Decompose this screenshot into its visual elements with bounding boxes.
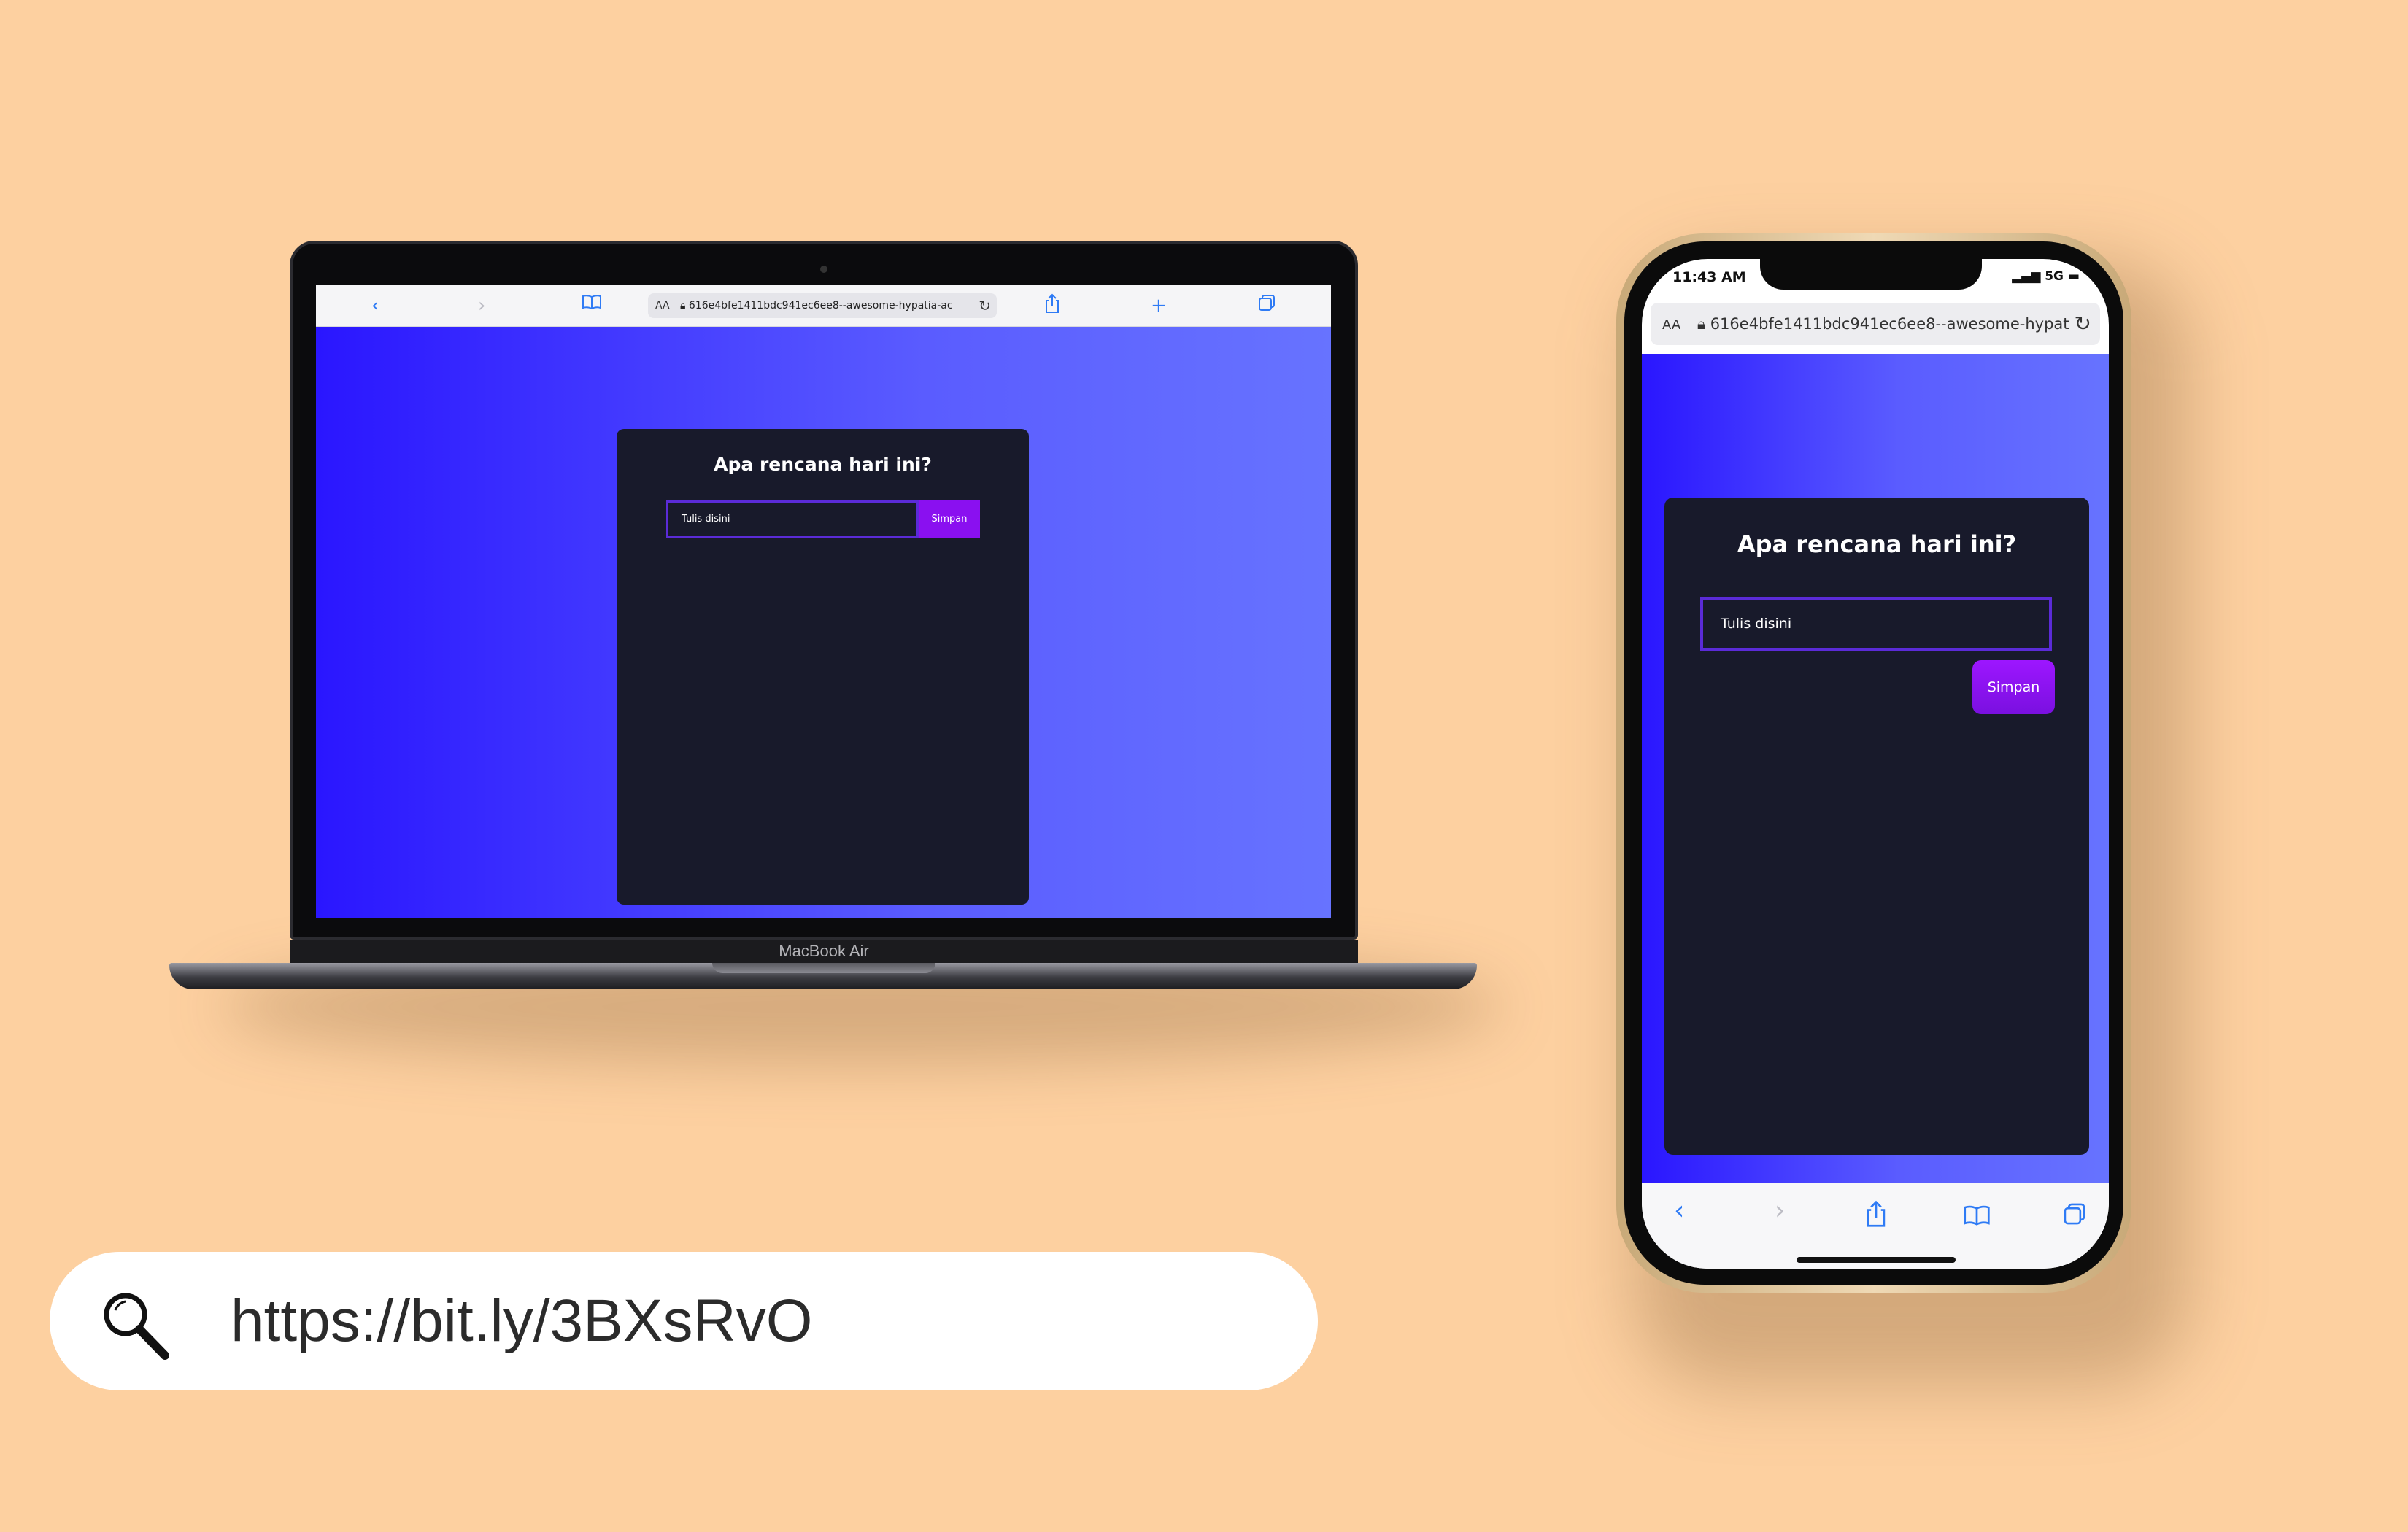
address-bar[interactable]: AA 🔒︎ 616e4bfe1411bdc941ec6ee8--awesome-… [648, 293, 997, 318]
laptop-brand-label: MacBook Air [779, 942, 869, 960]
network-label: 5G [2045, 269, 2064, 284]
phone-notch [1760, 259, 1982, 290]
save-button[interactable]: Simpan [919, 500, 980, 538]
reload-icon[interactable]: ↻ [979, 293, 991, 318]
phone-screen: 11:43 AM ▂▄▆ 5G ▬ AA 🔒︎ 616e4bfe1411bdc9… [1642, 259, 2109, 1269]
reload-icon[interactable]: ↻ [2075, 303, 2091, 345]
back-icon[interactable]: ‹ [1674, 1196, 1684, 1226]
share-icon[interactable] [1044, 293, 1060, 318]
desktop-todo-card: Apa rencana hari ini? Tulis disini Simpa… [617, 429, 1029, 905]
save-button[interactable]: Simpan [1972, 660, 2055, 714]
desktop-safari-toolbar: ‹ › AA 🔒︎ 616e4bfe1411bdc941ec6ee8--awes… [316, 285, 1331, 327]
link-pill[interactable]: https://bit.ly/3BXsRvO [50, 1252, 1318, 1390]
lock-icon: 🔒︎ [1697, 315, 1706, 333]
page-title: Apa rencana hari ini? [714, 454, 932, 475]
bookmarks-icon[interactable] [1963, 1203, 1991, 1233]
short-link-text[interactable]: https://bit.ly/3BXsRvO [231, 1252, 813, 1390]
plus-icon[interactable]: + [1151, 293, 1167, 318]
laptop-chin: MacBook Air [290, 940, 1358, 963]
status-time: 11:43 AM [1672, 269, 1746, 285]
url-text: 616e4bfe1411bdc941ec6ee8--awesome-hypat [1710, 315, 2069, 333]
status-indicators: ▂▄▆ 5G ▬ [2012, 269, 2080, 284]
mobile-safari-toolbar: ‹ › [1642, 1183, 2109, 1269]
todo-input[interactable]: Tulis disini [1700, 597, 2052, 651]
forward-icon[interactable]: › [478, 293, 485, 318]
lock-icon: 🔒︎ [680, 300, 686, 312]
tabs-icon[interactable] [2062, 1202, 2087, 1233]
home-indicator [1797, 1257, 1956, 1263]
todo-input[interactable]: Tulis disini [666, 500, 919, 538]
tabs-icon[interactable] [1257, 293, 1276, 318]
mobile-address-bar[interactable]: AA 🔒︎ 616e4bfe1411bdc941ec6ee8--awesome-… [1651, 303, 2100, 345]
search-icon [104, 1293, 169, 1360]
mobile-todo-card: Apa rencana hari ini? Tulis disini Simpa… [1664, 498, 2089, 1155]
battery-icon: ▬ [2067, 269, 2080, 284]
reader-aa-button[interactable]: AA [655, 300, 670, 312]
laptop-hinge-notch [712, 963, 935, 973]
signal-icon: ▂▄▆ [2012, 269, 2041, 284]
forward-icon[interactable]: › [1775, 1196, 1785, 1226]
bookmarks-icon[interactable] [582, 293, 602, 318]
laptop-camera [820, 266, 827, 273]
back-icon[interactable]: ‹ [371, 293, 379, 318]
url-text: 616e4bfe1411bdc941ec6ee8--awesome-hypati… [688, 300, 953, 312]
mobile-page-background: Apa rencana hari ini? Tulis disini Simpa… [1642, 354, 2109, 1183]
page-title: Apa rencana hari ini? [1737, 530, 2017, 558]
share-icon[interactable] [1865, 1200, 1887, 1234]
reader-aa-button[interactable]: AA [1662, 317, 1680, 333]
